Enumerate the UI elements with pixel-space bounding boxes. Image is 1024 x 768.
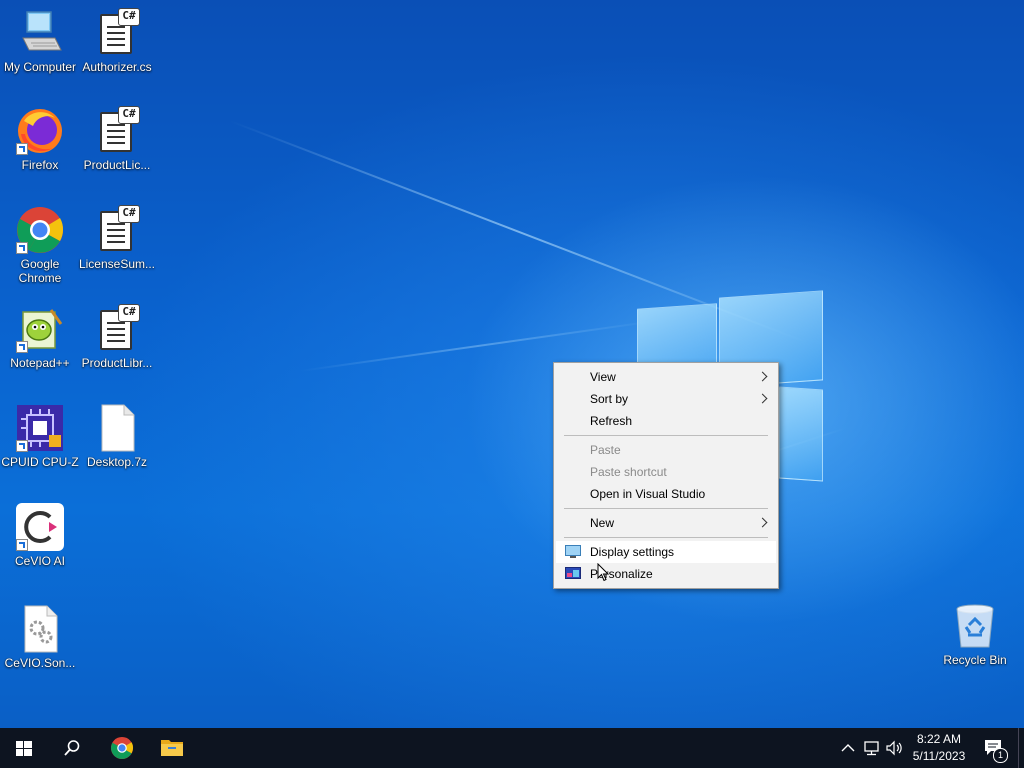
computer-icon — [15, 8, 65, 58]
volume-icon[interactable] — [885, 738, 905, 758]
menu-item-open-in-visual-studio[interactable]: Open in Visual Studio — [556, 483, 776, 505]
csharp-file-icon: C# — [92, 304, 142, 354]
desktop-icon-label: Firefox — [21, 158, 59, 172]
chrome-icon — [15, 205, 65, 255]
desktop-icon-label: CPUID CPU-Z — [1, 455, 79, 469]
recycle-bin-icon — [950, 601, 1000, 651]
menu-item-label: Paste shortcut — [590, 465, 667, 479]
menu-item-paste[interactable]: Paste — [556, 439, 776, 461]
menu-separator — [564, 537, 768, 538]
taskbar-chrome-button[interactable] — [98, 728, 146, 768]
wallpaper-logo-pane — [779, 386, 823, 482]
desktop-icon-label: Desktop.7z — [86, 455, 148, 469]
mouse-cursor-icon — [597, 563, 609, 582]
desktop-icon-licensesum[interactable]: C# LicenseSum... — [77, 205, 157, 271]
display-icon — [565, 545, 581, 558]
desktop-icon-cevio-ai[interactable]: CeVIO AI — [0, 502, 80, 568]
shortcut-arrow-icon — [16, 440, 28, 452]
menu-item-refresh[interactable]: Refresh — [556, 410, 776, 432]
desktop-icon-label: Recycle Bin — [943, 653, 1007, 667]
desktop-icon-notepadpp[interactable]: Notepad++ — [0, 304, 80, 370]
network-icon[interactable] — [862, 738, 882, 758]
clock[interactable]: 8:22 AM 5/11/2023 — [904, 728, 974, 768]
chevron-up-icon[interactable] — [838, 738, 858, 758]
start-button[interactable] — [0, 728, 48, 768]
desktop-icon-productlic[interactable]: C# ProductLic... — [77, 106, 157, 172]
menu-item-label: Refresh — [590, 414, 633, 428]
menu-item-label: Paste — [590, 443, 621, 457]
menu-item-label: View — [590, 370, 616, 384]
shortcut-arrow-icon — [16, 341, 28, 353]
desktop-icon-label: ProductLibr... — [81, 356, 153, 370]
desktop-icon-label: LicenseSum... — [78, 257, 156, 271]
csharp-file-icon: C# — [92, 205, 142, 255]
desktop-icon-firefox[interactable]: Firefox — [0, 106, 80, 172]
chevron-right-icon — [757, 371, 768, 382]
desktop-icon-recycle-bin[interactable]: Recycle Bin — [935, 601, 1015, 667]
desktop-icon-desktop-7z[interactable]: Desktop.7z — [77, 403, 157, 469]
action-center-button[interactable]: 1 — [978, 728, 1010, 768]
search-icon — [64, 740, 80, 756]
desktop-icon-cevio-son[interactable]: CeVIO.Son... — [0, 604, 80, 670]
desktop-icon-label: Google Chrome — [18, 257, 62, 285]
desktop-icon-label: Authorizer.cs — [82, 60, 152, 74]
shortcut-arrow-icon — [16, 143, 28, 155]
clock-time: 8:22 AM — [916, 732, 962, 746]
menu-item-personalize[interactable]: Personalize — [556, 563, 776, 585]
chevron-right-icon — [757, 393, 768, 404]
menu-item-view[interactable]: View — [556, 366, 776, 388]
menu-separator — [564, 508, 768, 509]
csharp-file-icon: C# — [92, 106, 142, 156]
menu-item-label: Display settings — [590, 545, 675, 559]
taskbar: 8:22 AM 5/11/2023 1 — [0, 728, 1024, 768]
clock-date: 5/11/2023 — [912, 749, 966, 763]
folder-icon — [161, 740, 183, 756]
menu-item-display-settings[interactable]: Display settings — [556, 541, 776, 563]
settings-file-icon — [15, 604, 65, 654]
taskbar-file-explorer-button[interactable] — [148, 728, 196, 768]
menu-item-label: Sort by — [590, 392, 629, 406]
shortcut-arrow-icon — [16, 539, 28, 551]
desktop-icon-productlibr[interactable]: C# ProductLibr... — [77, 304, 157, 370]
menu-separator — [564, 435, 768, 436]
desktop-icon-label: ProductLic... — [83, 158, 151, 172]
desktop-icon-label: My Computer — [3, 60, 77, 74]
personalize-icon — [565, 567, 581, 579]
menu-item-sort-by[interactable]: Sort by — [556, 388, 776, 410]
cpuz-icon — [15, 403, 65, 453]
search-button[interactable] — [48, 728, 96, 768]
desktop-icon-label: CeVIO.Son... — [4, 656, 76, 670]
menu-item-label: New — [590, 516, 615, 530]
desktop[interactable]: My Computer Firefox Google Chrome Notepa… — [0, 0, 1024, 728]
shortcut-arrow-icon — [16, 242, 28, 254]
chrome-icon — [110, 736, 134, 760]
desktop-icon-cpuid-cpu-z[interactable]: CPUID CPU-Z — [0, 403, 80, 469]
notification-count-badge: 1 — [993, 748, 1008, 763]
blank-file-icon — [92, 403, 142, 453]
desktop-icon-label: CeVIO AI — [14, 554, 66, 568]
cevio-icon — [15, 502, 65, 552]
desktop-icon-authorizer-cs[interactable]: C# Authorizer.cs — [77, 8, 157, 74]
firefox-icon — [15, 106, 65, 156]
csharp-file-icon: C# — [92, 8, 142, 58]
menu-item-label: Open in Visual Studio — [590, 487, 706, 501]
menu-item-paste-shortcut[interactable]: Paste shortcut — [556, 461, 776, 483]
show-desktop-button[interactable] — [1018, 728, 1024, 768]
desktop-icon-my-computer[interactable]: My Computer — [0, 8, 80, 74]
windows-logo-icon — [16, 741, 32, 756]
chevron-right-icon — [757, 517, 768, 528]
desktop-icon-google-chrome[interactable]: Google Chrome — [0, 205, 80, 285]
desktop-context-menu: View Sort by Refresh Paste Paste shortcu… — [553, 362, 779, 589]
notepadpp-icon — [15, 304, 65, 354]
desktop-icon-label: Notepad++ — [10, 356, 70, 370]
menu-item-new[interactable]: New — [556, 512, 776, 534]
